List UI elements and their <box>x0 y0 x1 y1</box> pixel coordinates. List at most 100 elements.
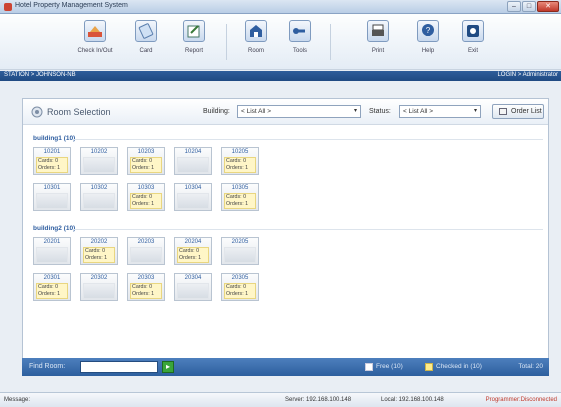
room-tile[interactable]: 10303 Cards: 0 Orders: 1 <box>127 183 165 211</box>
room-number: 10204 <box>184 149 202 155</box>
tools-button[interactable]: Tools <box>280 20 320 66</box>
main-toolbar: Check In/Out Card Report Room Tools Prin… <box>0 14 561 70</box>
building-select-value: < List All > <box>241 108 271 115</box>
room-free-image <box>36 247 68 263</box>
status-select[interactable]: < List All > ▾ <box>399 105 481 118</box>
maximize-button[interactable]: □ <box>522 1 536 12</box>
status-select-value: < List All > <box>403 108 433 115</box>
room-number: 20302 <box>90 275 108 281</box>
room-orders: Orders: 1 <box>132 165 155 171</box>
room-button[interactable]: Room <box>236 20 276 66</box>
room-cards: Cards: 0 <box>85 248 106 254</box>
room-tile[interactable]: 20202 Cards: 0 Orders: 1 <box>80 237 118 265</box>
room-tile[interactable]: 20305 Cards: 0 Orders: 1 <box>221 273 259 301</box>
room-free-image <box>83 157 115 173</box>
room-checked-info: Cards: 0 Orders: 1 <box>177 247 209 263</box>
order-list-icon <box>499 108 507 115</box>
room-checked-info: Cards: 0 Orders: 1 <box>130 193 162 209</box>
room-cards: Cards: 0 <box>132 284 153 290</box>
room-tile[interactable]: 20302 <box>80 273 118 301</box>
check-in-out-button[interactable]: Check In/Out <box>75 20 115 66</box>
room-tile[interactable]: 10205 Cards: 0 Orders: 1 <box>221 147 259 175</box>
report-button[interactable]: Report <box>174 20 214 66</box>
room-free-image <box>224 247 256 263</box>
window-title: Hotel Property Management System <box>15 2 128 9</box>
room-checked-info: Cards: 0 Orders: 1 <box>36 157 68 173</box>
building-select[interactable]: < List All > ▾ <box>237 105 361 118</box>
room-tile[interactable]: 20205 <box>221 237 259 265</box>
card-button[interactable]: Card <box>126 20 166 66</box>
card-icon <box>135 20 157 42</box>
room-tile[interactable]: 10305 Cards: 0 Orders: 1 <box>221 183 259 211</box>
room-orders: Orders: 1 <box>226 165 249 171</box>
print-button[interactable]: Print <box>358 20 398 66</box>
room-free-image <box>177 193 209 209</box>
order-list-label: Order List <box>511 108 542 115</box>
station-bar: STATION > JOHNSON-NB LOGIN > Administrat… <box>0 71 561 81</box>
toolbar-separator <box>330 24 331 60</box>
checked-in-legend-label: Checked in (10) <box>436 363 482 370</box>
room-checked-info: Cards: 0 Orders: 1 <box>224 157 256 173</box>
room-free-image <box>36 193 68 209</box>
room-free-image <box>83 283 115 299</box>
help-label: Help <box>421 48 435 54</box>
find-room-go-button[interactable]: ▸ <box>162 361 174 373</box>
room-orders: Orders: 1 <box>85 255 108 261</box>
room-selection-panel: Room Selection Building: < List All > ▾ … <box>22 98 549 376</box>
check-in-out-label: Check In/Out <box>77 48 113 54</box>
room-number: 20304 <box>184 275 202 281</box>
room-free-image <box>83 193 115 209</box>
room-number: 20305 <box>231 275 249 281</box>
room-number: 10305 <box>231 185 249 191</box>
room-tile[interactable]: 10304 <box>174 183 212 211</box>
help-icon: ? <box>417 20 439 42</box>
room-tile[interactable]: 20201 <box>33 237 71 265</box>
window-controls: – □ ✕ <box>506 1 559 13</box>
printer-icon <box>367 20 389 42</box>
order-list-button[interactable]: Order List <box>492 104 544 119</box>
room-tile[interactable]: 10204 <box>174 147 212 175</box>
find-room-label: Find Room: <box>29 363 66 370</box>
exit-icon <box>462 20 484 42</box>
free-legend-swatch <box>365 363 373 371</box>
room-tile[interactable]: 20203 <box>127 237 165 265</box>
programmer-status: Programmer:Disconnected <box>485 397 557 403</box>
chevron-down-icon: ▾ <box>473 108 477 114</box>
room-orders: Orders: 1 <box>132 291 155 297</box>
room-checked-info: Cards: 0 Orders: 1 <box>130 157 162 173</box>
room-tile[interactable]: 20204 Cards: 0 Orders: 1 <box>174 237 212 265</box>
room-tile[interactable]: 20304 <box>174 273 212 301</box>
minimize-button[interactable]: – <box>507 1 521 12</box>
find-room-input[interactable] <box>80 361 158 373</box>
svg-text:?: ? <box>426 26 431 35</box>
room-icon <box>245 20 267 42</box>
local-address: Local: 192.168.100.148 <box>381 397 444 403</box>
exit-button[interactable]: Exit <box>453 20 493 66</box>
room-tile[interactable]: 10203 Cards: 0 Orders: 1 <box>127 147 165 175</box>
room-orders: Orders: 1 <box>179 255 202 261</box>
help-button[interactable]: ? Help <box>408 20 448 66</box>
group-title-building1: building1 (10) <box>33 135 76 142</box>
tools-icon <box>289 20 311 42</box>
room-number: 20303 <box>137 275 155 281</box>
room-tile[interactable]: 20303 Cards: 0 Orders: 1 <box>127 273 165 301</box>
room-orders: Orders: 1 <box>38 291 61 297</box>
close-button[interactable]: ✕ <box>537 1 559 12</box>
room-number: 10301 <box>43 185 61 191</box>
room-cards: Cards: 0 <box>38 284 59 290</box>
room-number: 10302 <box>90 185 108 191</box>
room-tile[interactable]: 10301 <box>33 183 71 211</box>
room-tile[interactable]: 20301 Cards: 0 Orders: 1 <box>33 273 71 301</box>
room-tile[interactable]: 10202 <box>80 147 118 175</box>
room-free-image <box>177 157 209 173</box>
group-divider <box>73 139 543 140</box>
room-orders: Orders: 1 <box>132 201 155 207</box>
status-label: Status: <box>369 108 391 115</box>
room-tile[interactable]: 10201 Cards: 0 Orders: 1 <box>33 147 71 175</box>
room-tile[interactable]: 10302 <box>80 183 118 211</box>
room-number: 20301 <box>43 275 61 281</box>
room-number: 20205 <box>231 239 249 245</box>
group-divider <box>73 229 543 230</box>
status-message: Message: <box>4 397 31 403</box>
print-label: Print <box>371 48 385 54</box>
